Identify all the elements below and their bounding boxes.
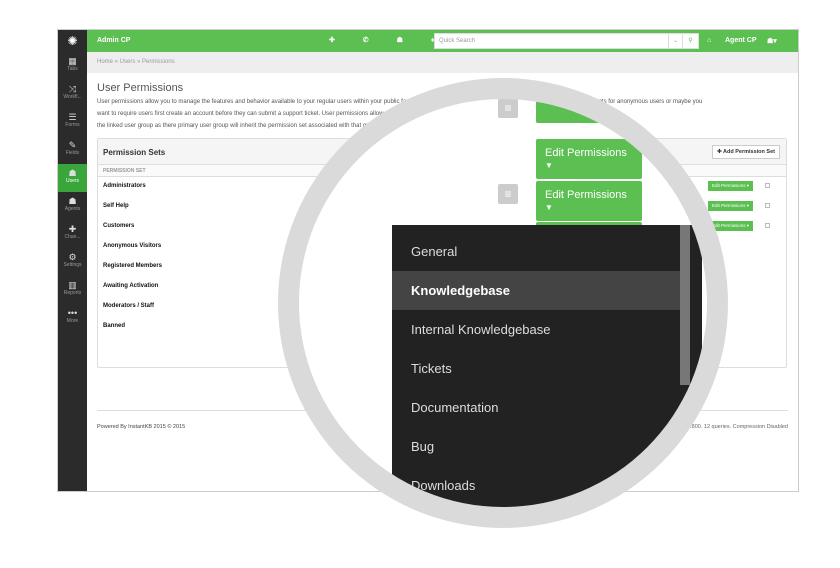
edit-label: Edit Permissions (545, 189, 627, 201)
checkbox[interactable] (765, 203, 770, 208)
sidebar-item-chan[interactable]: ✚ Chan... (58, 220, 87, 248)
sidebar-item-tabs[interactable]: ▦ Tabs (58, 52, 87, 80)
sidebar-item-forms[interactable]: ☰ Forms (58, 108, 87, 136)
magnifier: ≡ Edit Permissions ▼ ≡ Edit Permissions … (278, 78, 728, 528)
sidebar-item-more[interactable]: ••• More (58, 304, 87, 332)
panel-title: Permission Sets (103, 148, 166, 157)
add-permission-set-button[interactable]: ✚ Add Permission Set (712, 145, 780, 159)
sidebar-icon: ••• (67, 308, 78, 318)
sidebar-item-label: More (66, 318, 79, 324)
edit-permissions-button[interactable]: Edit Permissions ▾ (707, 181, 753, 191)
caret-down-icon: ▼ (545, 203, 553, 212)
menu-item[interactable]: General (392, 232, 680, 271)
sidebar-icon: ☗ (68, 168, 77, 178)
menu-item[interactable]: Internal Knowledgebase (392, 310, 680, 349)
scrollbar[interactable] (680, 225, 690, 385)
edit-permissions-button[interactable]: Edit Permissions ▼ (536, 181, 642, 221)
user-menu-icon[interactable]: ☗▾ (767, 37, 777, 45)
edit-permissions-button[interactable]: Edit Permissions ▼ (536, 139, 642, 179)
permissions-dropdown-menu: General Knowledgebase Internal Knowledgeba… (392, 225, 702, 507)
edit-permissions-button-top[interactable] (536, 99, 642, 123)
chevron-down-icon[interactable]: ⌄ (668, 34, 682, 48)
add-label: Add Permission Set (723, 149, 775, 155)
logo-icon: ✺ (67, 34, 78, 48)
sidebar-item-workfl[interactable]: ⤨ Workfl... (58, 80, 87, 108)
permission-set-name[interactable]: Awaiting Activation (103, 283, 158, 289)
sidebar: ✺ ▦ Tabs ⤨ Workfl... ☰ Forms ✎ Fields ☗ Users ☗ Age… (58, 30, 87, 491)
sidebar-item-label: Fields (65, 150, 80, 156)
sidebar-icon: ⚙ (68, 252, 77, 262)
menu-item[interactable]: Bug (392, 427, 680, 466)
permission-set-name[interactable]: Self Help (103, 203, 129, 209)
sidebar-item-label: Settings (63, 262, 82, 268)
sidebar-item-agents[interactable]: ☗ Agents (58, 192, 87, 220)
permission-set-name[interactable]: Banned (103, 323, 125, 329)
breadcrumb: Home » Users » Permissions (87, 52, 798, 73)
menu-item[interactable]: Downloads (392, 466, 680, 505)
footer-left: Powered By InstantKB 2015 © 2015 (97, 424, 186, 430)
sidebar-item-label: Workfl... (63, 94, 82, 100)
sidebar-item-settings[interactable]: ⚙ Settings (58, 248, 87, 276)
agent-cp-link[interactable]: Agent CP (725, 37, 757, 44)
edit-permissions-button[interactable]: Edit Permissions ▾ (707, 201, 753, 211)
sidebar-item-label: Users (65, 178, 80, 184)
search-input[interactable]: Quick Search ⌄ ⚲ (434, 33, 699, 49)
sidebar-icon: ☰ (68, 112, 77, 122)
brand[interactable]: Admin CP (97, 37, 130, 44)
sidebar-item-reports[interactable]: ▥ Reports (58, 276, 87, 304)
search-icon[interactable]: ⚲ (682, 34, 698, 48)
permission-set-name[interactable]: Anonymous Visitors (103, 243, 161, 249)
menu-item[interactable]: Tickets (392, 349, 680, 388)
sidebar-item-label: Forms (65, 122, 80, 128)
edit-label: Edit Permissions (545, 147, 627, 159)
permission-set-name[interactable]: Administrators (103, 183, 146, 189)
menu-icon[interactable]: ≡ (498, 184, 518, 204)
edit-label: Edit Permissions (711, 223, 746, 228)
permission-set-name[interactable]: Moderators / Staff (103, 303, 154, 309)
menu-icon[interactable]: ≡ (498, 99, 518, 118)
top-bar: Admin CP ✚ ✆ ☗ ♦ Quick Search ⌄ ⚲ ⌂ Agent … (87, 30, 798, 52)
search-placeholder: Quick Search (439, 38, 476, 44)
checkbox[interactable] (765, 183, 770, 188)
toolbar-icons[interactable]: ✚ ✆ ☗ ♦ (329, 36, 447, 44)
sidebar-item-label: Tabs (67, 66, 78, 72)
permission-set-name[interactable]: Customers (103, 223, 134, 229)
menu-item[interactable]: Knowledgebase (392, 271, 680, 310)
home-icon[interactable]: ⌂ (707, 37, 711, 44)
sidebar-item-label: Agents (64, 206, 81, 212)
edit-label: Edit Permissions (711, 203, 746, 208)
sidebar-icon: ▥ (68, 280, 77, 290)
sidebar-item-label: Chan... (64, 234, 81, 240)
sidebar-icon: ✎ (68, 140, 77, 150)
sidebar-icon: ☗ (68, 196, 77, 206)
permission-set-name[interactable]: Registered Members (103, 263, 162, 269)
edit-label: Edit Permissions (711, 183, 746, 188)
menu-item[interactable]: Documentation (392, 388, 680, 427)
sidebar-item-users[interactable]: ☗ Users (58, 164, 87, 192)
sidebar-item-label: Reports (63, 290, 82, 296)
sidebar-item-fields[interactable]: ✎ Fields (58, 136, 87, 164)
caret-down-icon: ▼ (545, 161, 553, 170)
sidebar-icon: ✚ (68, 224, 77, 234)
sidebar-icon: ⤨ (68, 84, 77, 94)
checkbox[interactable] (765, 223, 770, 228)
sidebar-icon: ▦ (68, 56, 77, 66)
